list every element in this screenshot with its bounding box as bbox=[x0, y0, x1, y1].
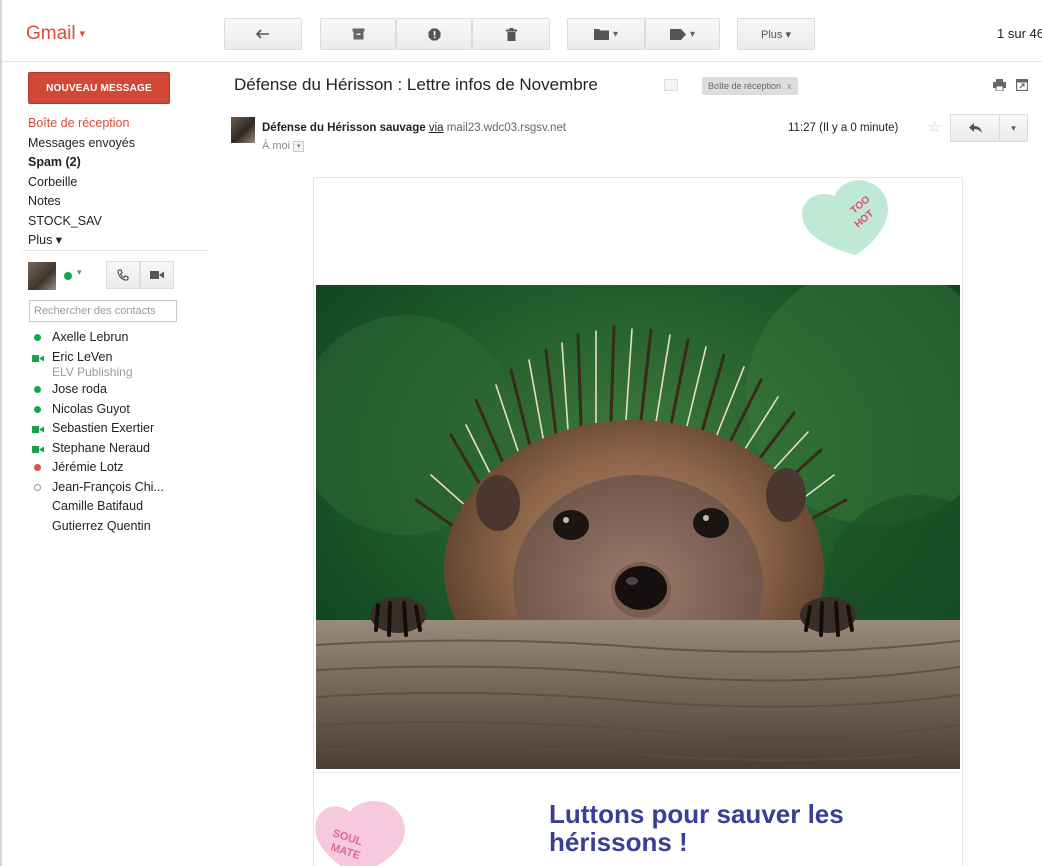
contact-item[interactable]: Jérémie Lotz bbox=[32, 458, 164, 478]
labels-button[interactable]: ▾ bbox=[645, 18, 720, 50]
email-body: TOO HOT SOUL MATE Luttons pour sauver le… bbox=[313, 177, 963, 866]
online-status-icon bbox=[34, 405, 41, 413]
move-to-button[interactable]: ▾ bbox=[567, 18, 645, 50]
video-status-icon bbox=[32, 354, 44, 362]
contact-item[interactable]: Jose roda bbox=[32, 380, 164, 400]
chevron-down-icon[interactable]: ▾ bbox=[77, 267, 82, 278]
sidebar: NOUVEAU MESSAGE Boîte de réception Messa… bbox=[2, 62, 212, 866]
contact-list: Axelle Lebrun Eric LeVen ELV Publishing J… bbox=[32, 328, 164, 536]
chevron-down-icon: ▾ bbox=[1011, 122, 1016, 133]
report-spam-icon bbox=[428, 28, 440, 40]
contact-item[interactable]: Gutierrez Quentin bbox=[32, 517, 164, 537]
back-arrow-icon bbox=[256, 29, 269, 39]
folder-list: Boîte de réception Messages envoyés Spam… bbox=[28, 114, 135, 251]
video-status-icon bbox=[32, 445, 44, 453]
folder-sent[interactable]: Messages envoyés bbox=[28, 134, 135, 154]
folder-trash[interactable]: Corbeille bbox=[28, 173, 135, 193]
user-avatar[interactable] bbox=[28, 262, 56, 290]
contact-item[interactable]: Axelle Lebrun bbox=[32, 328, 164, 348]
contact-item[interactable]: Nicolas Guyot bbox=[32, 400, 164, 420]
folder-more[interactable]: Plus ▾ bbox=[28, 231, 135, 251]
inbox-label-chip[interactable]: Boîte de réception x bbox=[702, 77, 798, 95]
archive-button[interactable] bbox=[320, 18, 396, 50]
report-spam-button[interactable] bbox=[396, 18, 472, 50]
star-icon[interactable]: ☆ bbox=[928, 118, 941, 136]
gmail-logo[interactable]: Gmail ▾ bbox=[26, 23, 85, 45]
chevron-down-icon: ▾ bbox=[612, 28, 619, 40]
more-button[interactable]: Plus ▾ bbox=[737, 18, 815, 50]
contact-item[interactable]: Eric LeVen ELV Publishing bbox=[32, 348, 164, 381]
video-status-icon bbox=[32, 426, 44, 433]
reply-button[interactable] bbox=[950, 114, 1000, 142]
contact-item[interactable]: Stephane Neraud bbox=[32, 439, 164, 459]
contacts-search-input[interactable] bbox=[29, 300, 177, 322]
chevron-down-icon: ▾ bbox=[689, 28, 696, 40]
show-details-icon[interactable]: ▾ bbox=[293, 140, 305, 152]
idle-status-icon bbox=[34, 483, 41, 491]
print-icon[interactable] bbox=[993, 79, 1006, 91]
remove-label-icon[interactable]: x bbox=[787, 81, 792, 91]
recipient-line: À moi ▾ bbox=[262, 140, 305, 152]
chat-actions bbox=[106, 261, 174, 289]
contact-item[interactable]: Camille Batifaud bbox=[32, 497, 164, 517]
status-online-icon[interactable] bbox=[64, 272, 72, 280]
top-toolbar: Gmail ▾ ▾ ▾ Plus ▾ 1 sur 46 bbox=[2, 0, 1042, 62]
folder-inbox[interactable]: Boîte de réception bbox=[28, 114, 135, 134]
via-link[interactable]: via bbox=[429, 122, 444, 134]
video-call-button[interactable] bbox=[140, 261, 174, 289]
folder-stock-sav[interactable]: STOCK_SAV bbox=[28, 212, 135, 232]
sender-domain: mail23.wdc03.rsgsv.net bbox=[446, 122, 567, 134]
back-button[interactable] bbox=[224, 18, 302, 50]
delete-button[interactable] bbox=[472, 18, 550, 50]
header-actions bbox=[993, 79, 1028, 91]
folder-icon bbox=[593, 29, 609, 40]
busy-status-icon bbox=[34, 464, 41, 471]
online-status-icon bbox=[34, 386, 41, 393]
message-timestamp: 11:27 (Il y a 0 minute) bbox=[788, 122, 899, 134]
archive-icon bbox=[352, 28, 364, 40]
message-subject: Défense du Hérisson : Lettre infos de No… bbox=[234, 75, 598, 94]
hedgehog-photo bbox=[316, 285, 960, 769]
email-headline: Luttons pour sauver les hérissons ! bbox=[549, 799, 844, 857]
contact-item[interactable]: Jean-François Chi... bbox=[32, 478, 164, 498]
too-hot-heart-image: TOO HOT bbox=[802, 180, 888, 256]
video-camera-icon bbox=[150, 271, 164, 279]
phone-call-button[interactable] bbox=[106, 261, 140, 289]
sender-avatar[interactable] bbox=[231, 117, 255, 143]
reply-icon bbox=[968, 123, 982, 133]
more-reply-options-button[interactable]: ▾ bbox=[1000, 114, 1028, 142]
gmail-window: Gmail ▾ ▾ ▾ Plus ▾ 1 sur 46 NOUVEAU MESSA… bbox=[0, 0, 1042, 866]
sender-name[interactable]: Défense du Hérisson sauvage bbox=[262, 122, 426, 134]
label-tag-icon bbox=[669, 28, 686, 40]
chevron-down-icon: ▾ bbox=[79, 28, 86, 41]
sender-info: Défense du Hérisson sauvage via mail23.w… bbox=[262, 122, 566, 134]
folder-spam[interactable]: Spam (2) bbox=[28, 153, 135, 173]
sidebar-divider bbox=[22, 250, 208, 251]
reply-actions: ▾ bbox=[950, 114, 1028, 142]
compose-button[interactable]: NOUVEAU MESSAGE bbox=[28, 72, 170, 104]
folder-notes[interactable]: Notes bbox=[28, 192, 135, 212]
pagination-count: 1 sur 46 bbox=[997, 26, 1042, 41]
trash-icon bbox=[505, 27, 517, 41]
contact-item[interactable]: Sebastien Exertier bbox=[32, 419, 164, 439]
phone-icon bbox=[117, 269, 129, 281]
important-marker-icon[interactable] bbox=[664, 79, 678, 91]
online-status-icon bbox=[34, 334, 41, 341]
soul-mate-heart-image: SOUL MATE bbox=[315, 801, 405, 866]
divider bbox=[314, 772, 962, 773]
new-window-icon[interactable] bbox=[1016, 79, 1028, 91]
